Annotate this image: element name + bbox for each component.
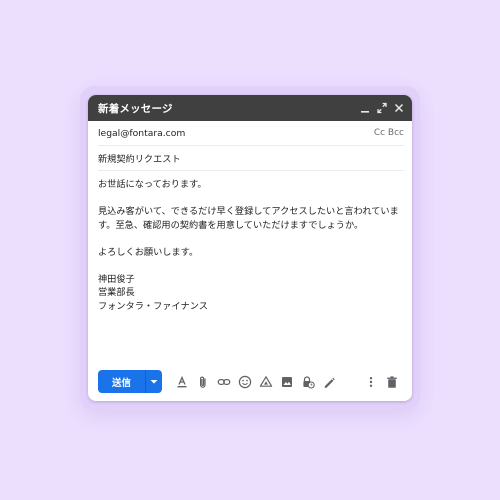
minimize-icon[interactable] xyxy=(360,102,370,114)
signature-pen-icon[interactable] xyxy=(318,371,339,392)
signature-name: 神田俊子 xyxy=(98,273,135,285)
compose-titlebar: 新着メッセージ xyxy=(88,95,412,121)
closing-line: よろしくお願いします。 xyxy=(98,246,199,258)
signature-title: 営業部長 xyxy=(98,287,135,298)
subject-field[interactable]: 新規契約リクエスト xyxy=(98,151,181,165)
subject-row[interactable]: 新規契約リクエスト xyxy=(98,146,404,171)
lock-clock-icon[interactable] xyxy=(297,371,318,392)
message-line: 見込み客がいて、できるだけ早く登録してアクセスしたいと言われていま xyxy=(98,206,399,217)
compose-title: 新着メッセージ xyxy=(98,102,173,115)
attach-icon[interactable] xyxy=(192,371,213,392)
text-format-icon[interactable] xyxy=(171,371,192,392)
formatting-tools xyxy=(171,371,339,392)
recipient-row[interactable]: legal@fontara.com Cc Bcc xyxy=(98,121,404,146)
send-button-group: 送信 xyxy=(98,370,162,393)
signature-company: フォンタラ・ファイナンス xyxy=(98,300,208,312)
window-controls xyxy=(360,102,404,114)
expand-icon[interactable] xyxy=(377,102,387,114)
message-body[interactable]: お世話になっております。 見込み客がいて、できるだけ早く登録してアクセスしたいと… xyxy=(88,171,412,313)
close-icon[interactable] xyxy=(394,102,404,114)
greeting-line: お世話になっております。 xyxy=(98,179,207,190)
link-icon[interactable] xyxy=(213,371,234,392)
page-stage: 新着メッセージ legal@fontara.com Cc Bcc 新規契約リクエ… xyxy=(0,0,500,500)
schedule-send-dropdown[interactable] xyxy=(145,370,162,393)
right-tools xyxy=(360,371,402,392)
emoji-icon[interactable] xyxy=(234,371,255,392)
more-vert-icon[interactable] xyxy=(360,371,381,392)
recipient-field[interactable]: legal@fontara.com xyxy=(98,128,185,139)
trash-icon[interactable] xyxy=(381,371,402,392)
send-button[interactable]: 送信 xyxy=(98,370,145,393)
compose-window: 新着メッセージ legal@fontara.com Cc Bcc 新規契約リクエ… xyxy=(88,95,412,401)
image-icon[interactable] xyxy=(276,371,297,392)
cc-bcc-link[interactable]: Cc Bcc xyxy=(374,128,404,138)
drive-icon[interactable] xyxy=(255,371,276,392)
compose-toolbar: 送信 xyxy=(98,370,402,393)
message-line: す。至急、確認用の契約書を用意していただけますでしょうか。 xyxy=(98,219,364,231)
chevron-down-icon xyxy=(150,379,158,384)
